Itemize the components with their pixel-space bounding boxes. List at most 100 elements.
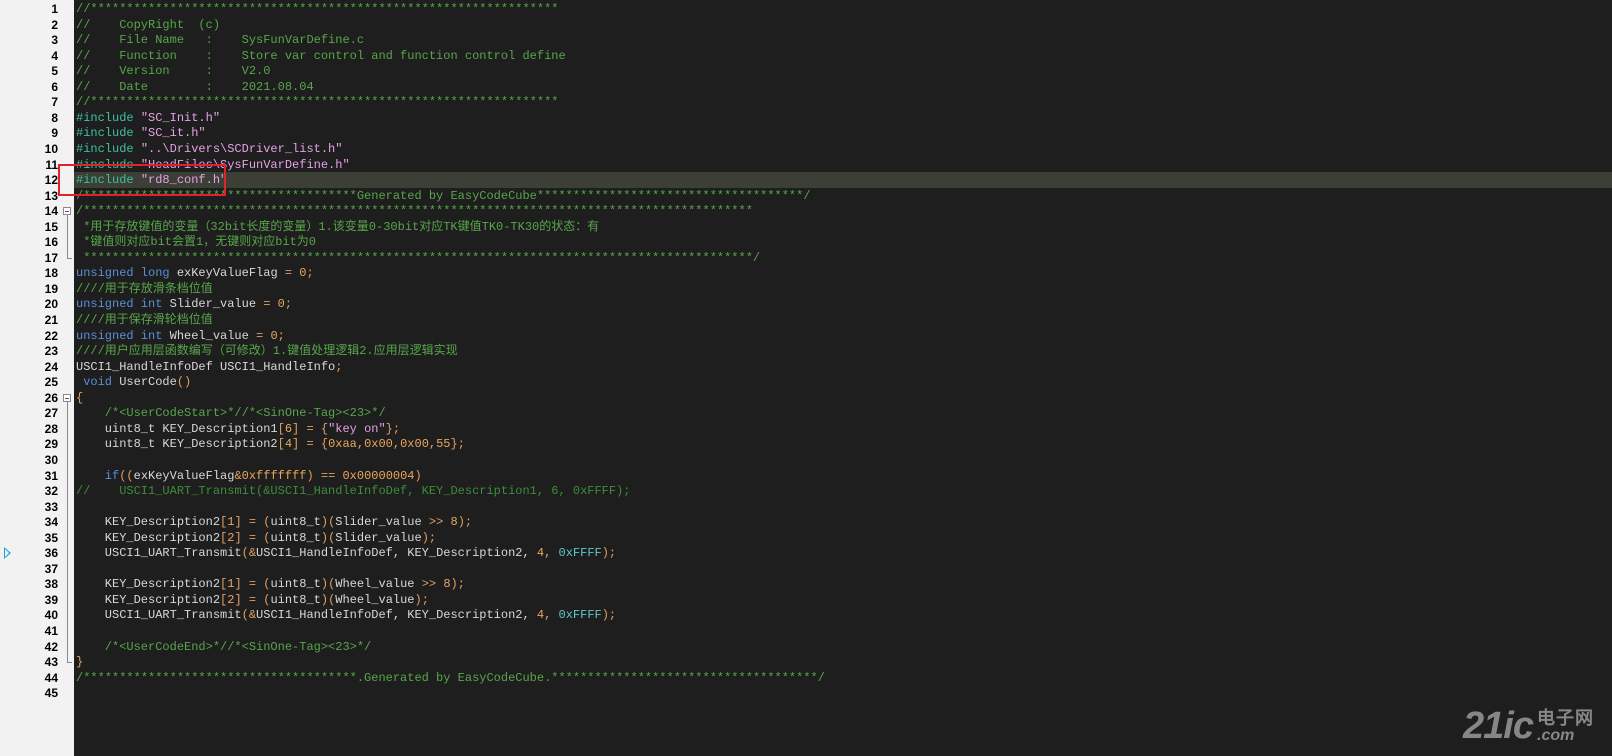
code-line[interactable]: ////用户应用层函数编写（可修改）1.键值处理逻辑2.应用层逻辑实现: [76, 343, 458, 359]
code-token: )(: [320, 530, 336, 545]
code-line[interactable]: unsigned long exKeyValueFlag = 0;: [76, 265, 314, 281]
line-number: 42: [44, 639, 58, 654]
code-token: // Date : 2021.08.04: [76, 79, 314, 94]
line-number-gutter[interactable]: 1 2 3 4 5 6 7 8 9 10 11 12 13 14 15 16 17 18 19 20 21 22 23 24 2…: [16, 0, 62, 756]
code-token: #include: [76, 110, 141, 125]
code-editor[interactable]: 1 2 3 4 5 6 7 8 9 10 11 12 13 14 15 16 17 18 19 20 21 22 23 24 2…: [0, 0, 1612, 756]
code-line[interactable]: ****************************************…: [76, 250, 760, 266]
code-token: ,: [544, 546, 559, 561]
line-number: 8: [51, 110, 58, 125]
code-token: uint8_t KEY_Description2: [76, 437, 278, 452]
line-number: 36: [44, 546, 58, 561]
code-line[interactable]: }: [76, 654, 83, 670]
code-token: USCI1_UART_Transmit: [76, 546, 242, 561]
fold-toggle-icon[interactable]: [63, 207, 71, 216]
code-line[interactable]: USCI1_HandleInfoDef USCI1_HandleInfo;: [76, 359, 342, 375]
line-number: 35: [44, 530, 58, 545]
code-token: KEY_Description2: [76, 577, 221, 592]
code-token: 0x00: [364, 437, 393, 452]
line-number: 37: [44, 561, 58, 576]
code-line[interactable]: // USCI1_UART_Transmit(&USCI1_HandleInfo…: [76, 483, 631, 499]
code-line[interactable]: KEY_Description2[1] = (uint8_t)(Slider_v…: [76, 514, 472, 530]
line-number: 30: [44, 452, 58, 467]
code-token: ] = {: [292, 437, 329, 452]
code-token: =: [256, 328, 271, 343]
code-token: #include: [76, 141, 141, 156]
code-line[interactable]: *键值则对应bit会置1，无键则对应bit为0: [76, 234, 316, 250]
code-token: 0: [270, 328, 278, 343]
code-token: 55: [436, 437, 451, 452]
code-token: [: [277, 421, 285, 436]
code-line[interactable]: #include "SC_Init.h": [76, 110, 220, 126]
code-token: ,: [356, 437, 365, 452]
code-token: "..\Drivers\SCDriver_list.h": [140, 141, 343, 156]
code-line[interactable]: //**************************************…: [76, 94, 558, 110]
code-token: )(: [320, 577, 336, 592]
code-token: 0xFFFF: [558, 608, 602, 623]
code-line[interactable]: KEY_Description2[1] = (uint8_t)(Wheel_va…: [76, 576, 465, 592]
fold-toggle-icon[interactable]: [63, 393, 71, 402]
code-line[interactable]: ////用于存放滑条档位值: [76, 281, 213, 297]
code-line[interactable]: /*<UserCodeStart>*//*<SinOne-Tag><23>*/: [76, 405, 386, 421]
line-number: 27: [44, 406, 58, 421]
code-token: &: [234, 468, 242, 483]
code-line[interactable]: #include "HeadFiles\SysFunVarDefine.h": [76, 157, 350, 173]
code-token: USCI1_HandleInfoDef, KEY_Description2,: [256, 546, 537, 561]
code-line[interactable]: uint8_t KEY_Description1[6] = {"key on"}…: [76, 421, 400, 437]
code-line[interactable]: unsigned int Slider_value = 0;: [76, 296, 292, 312]
code-line[interactable]: /**************************************.…: [76, 670, 825, 686]
code-line[interactable]: #include "..\Drivers\SCDriver_list.h": [76, 141, 342, 157]
code-token: ////用户应用层函数编写（可修改）1.键值处理逻辑2.应用层逻辑实现: [76, 344, 458, 359]
code-line[interactable]: ////用于保存滑轮档位值: [76, 312, 213, 328]
line-number: 23: [44, 344, 58, 359]
line-number: 38: [44, 577, 58, 592]
code-token: uint8_t: [270, 530, 321, 545]
line-number: 20: [44, 297, 58, 312]
code-line[interactable]: KEY_Description2[2] = (uint8_t)(Slider_v…: [76, 530, 436, 546]
selection-margin[interactable]: [0, 0, 17, 756]
code-token: // CopyRight (c): [76, 17, 221, 32]
current-position-arrow-icon: [4, 547, 11, 560]
code-line[interactable]: void UserCode(): [76, 374, 191, 390]
code-line[interactable]: USCI1_UART_Transmit(&USCI1_HandleInfoDef…: [76, 545, 616, 561]
code-line[interactable]: {: [76, 390, 83, 406]
code-token: );: [601, 546, 617, 561]
code-line[interactable]: *用于存放键值的变量（32bit长度的变量）1.该变量0-30bit对应TK键值…: [76, 219, 599, 235]
code-token: (&: [241, 608, 257, 623]
code-line[interactable]: /***************************************…: [76, 203, 753, 219]
code-line[interactable]: //**************************************…: [76, 1, 558, 17]
code-token: /*<UserCodeStart>*//*<SinOne-Tag><23>*/: [76, 406, 386, 421]
code-line[interactable]: // Function : Store var control and func…: [76, 48, 566, 64]
code-token: "SC_Init.h": [140, 110, 221, 125]
code-token: ;: [284, 297, 293, 312]
code-area[interactable]: //**************************************…: [74, 0, 1612, 756]
code-token: ;: [277, 328, 285, 343]
line-number: 7: [51, 95, 58, 110]
code-line[interactable]: /*<UserCodeEnd>*//*<SinOne-Tag><23>*/: [76, 639, 371, 655]
line-number: 13: [44, 188, 58, 203]
code-token: /**************************************G…: [76, 188, 811, 203]
code-line[interactable]: uint8_t KEY_Description2[4] = {0xaa,0x00…: [76, 436, 465, 452]
line-number: 45: [44, 686, 58, 701]
watermark-cn-text: 电子网: [1537, 707, 1594, 729]
code-line[interactable]: KEY_Description2[2] = (uint8_t)(Wheel_va…: [76, 592, 429, 608]
line-number: 24: [44, 359, 58, 374]
code-line[interactable]: /**************************************G…: [76, 188, 811, 204]
code-token: USCI1_UART_Transmit: [76, 608, 242, 623]
code-token: }: [76, 655, 84, 670]
code-line[interactable]: // CopyRight (c): [76, 17, 220, 33]
code-token: Slider_value: [335, 515, 429, 530]
code-line[interactable]: USCI1_UART_Transmit(&USCI1_HandleInfoDef…: [76, 607, 616, 623]
fold-margin[interactable]: [62, 0, 74, 756]
code-line[interactable]: // Version : V2.0: [76, 63, 270, 79]
line-number: 16: [44, 235, 58, 250]
code-line[interactable]: // Date : 2021.08.04: [76, 79, 314, 95]
line-number: 4: [51, 48, 58, 63]
code-line[interactable]: #include "SC_it.h": [76, 125, 206, 141]
line-number: 14: [44, 204, 58, 219]
code-line[interactable]: if((exKeyValueFlag&0xfffffff) == 0x00000…: [76, 468, 422, 484]
code-line[interactable]: unsigned int Wheel_value = 0;: [76, 328, 285, 344]
code-line[interactable]: #include "rd8_conf.h": [76, 172, 227, 188]
code-token: 0x00: [400, 437, 429, 452]
code-line[interactable]: // File Name : SysFunVarDefine.c: [76, 32, 364, 48]
